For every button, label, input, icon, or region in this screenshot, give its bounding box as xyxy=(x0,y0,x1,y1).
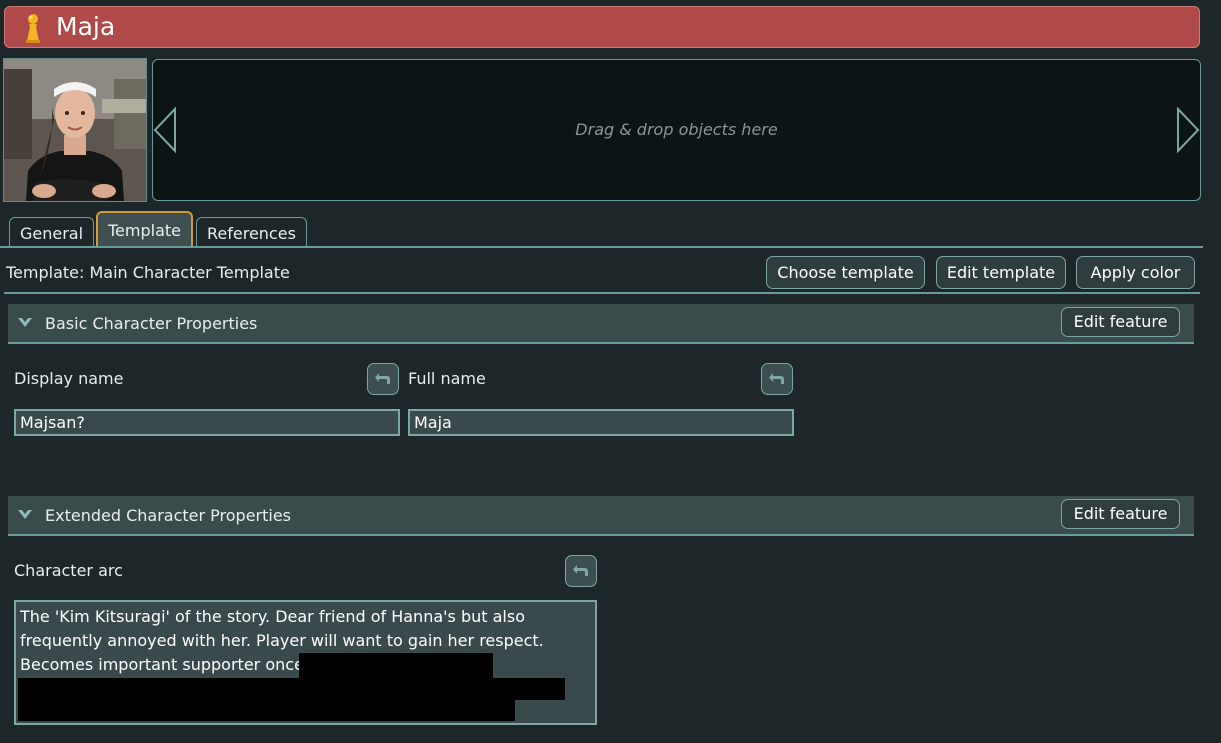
tab-label: Template xyxy=(108,221,182,240)
section-title: Basic Character Properties xyxy=(45,314,258,333)
character-arc-label: Character arc xyxy=(14,561,123,580)
apply-color-button[interactable]: Apply color xyxy=(1076,256,1195,289)
section-extended-properties[interactable]: Extended Character Properties Edit featu… xyxy=(8,496,1194,536)
undo-icon xyxy=(769,373,784,384)
full-name-input[interactable]: Maja xyxy=(408,409,794,436)
object-drop-area[interactable]: Drag & drop objects here xyxy=(152,59,1201,201)
choose-template-button[interactable]: Choose template xyxy=(766,256,925,289)
chevron-down-icon[interactable] xyxy=(17,509,33,521)
tab-divider xyxy=(0,246,1203,248)
drop-hint: Drag & drop objects here xyxy=(575,120,778,139)
divider xyxy=(4,292,1200,294)
undo-icon xyxy=(375,373,390,384)
tab-references[interactable]: References xyxy=(196,217,307,247)
scroll-right-icon[interactable] xyxy=(1176,107,1200,153)
edit-feature-button[interactable]: Edit feature xyxy=(1061,499,1180,529)
title-bar: Maja xyxy=(4,6,1200,48)
reset-character-arc-button[interactable] xyxy=(565,555,597,587)
section-basic-properties[interactable]: Basic Character Properties Edit feature xyxy=(8,304,1194,344)
portrait-image xyxy=(4,59,146,201)
undo-icon xyxy=(573,565,588,576)
tab-template[interactable]: Template xyxy=(96,211,194,247)
window-title: Maja xyxy=(56,12,116,41)
pawn-icon xyxy=(26,14,40,43)
section-title: Extended Character Properties xyxy=(45,506,292,525)
character-portrait[interactable] xyxy=(3,58,147,202)
reset-display-name-button[interactable] xyxy=(367,363,399,395)
full-name-label: Full name xyxy=(408,369,486,388)
template-label: Template: Main Character Template xyxy=(6,263,290,282)
chevron-down-icon[interactable] xyxy=(17,317,33,329)
text-line: frequently annoyed with her. Player will… xyxy=(20,631,544,650)
reset-full-name-button[interactable] xyxy=(761,363,793,395)
redaction-block xyxy=(299,653,493,679)
tab-label: References xyxy=(207,224,296,243)
tab-label: General xyxy=(20,224,84,243)
text-line: The 'Kim Kitsuragi' of the story. Dear f… xyxy=(20,607,525,626)
tab-general[interactable]: General xyxy=(9,217,95,247)
edit-template-button[interactable]: Edit template xyxy=(936,256,1066,289)
display-name-label: Display name xyxy=(14,369,124,388)
edit-feature-button[interactable]: Edit feature xyxy=(1061,307,1180,337)
redaction-block xyxy=(18,678,565,700)
display-name-input[interactable]: Majsan? xyxy=(14,409,400,436)
redaction-block xyxy=(18,700,515,721)
